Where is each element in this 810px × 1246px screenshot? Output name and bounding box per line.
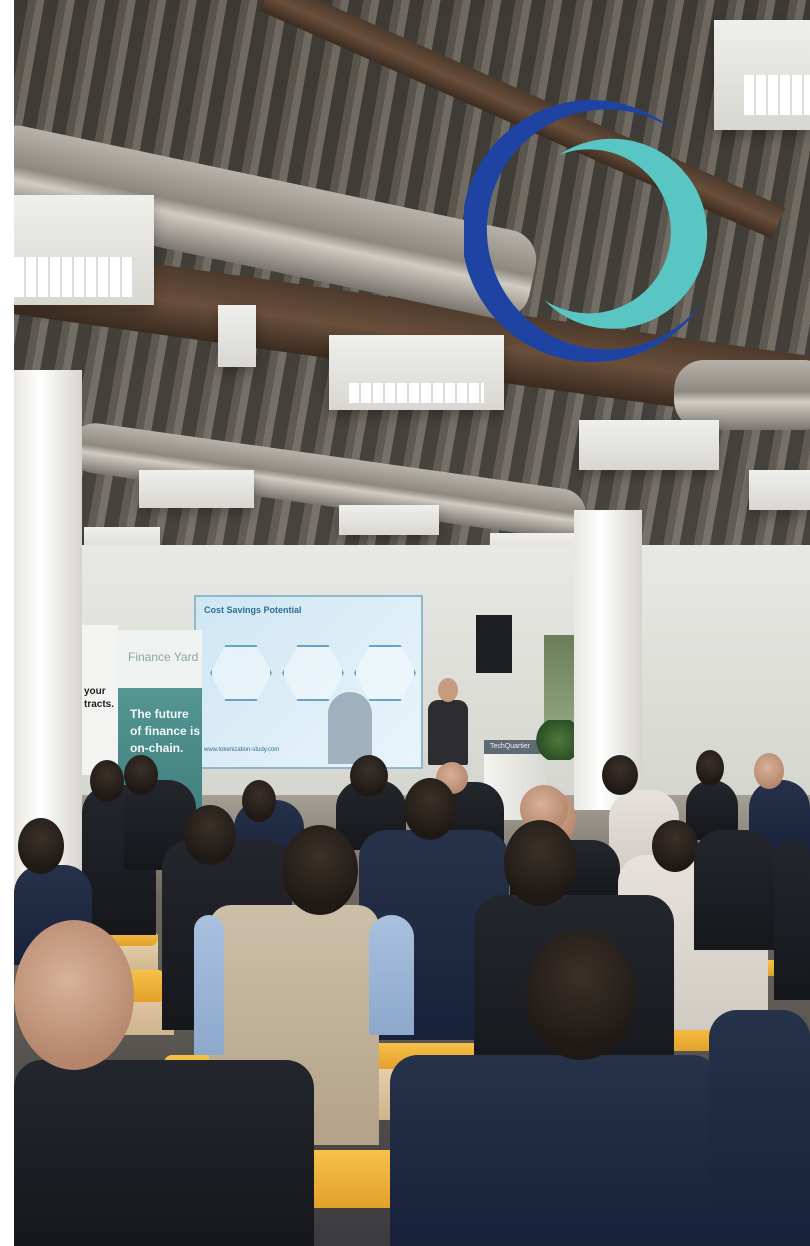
speaker bbox=[428, 700, 468, 765]
slide-hexagon bbox=[210, 645, 272, 701]
ceiling-lamp bbox=[579, 420, 719, 470]
audience-head bbox=[124, 755, 158, 795]
audience-head bbox=[602, 755, 638, 795]
speaker-monitor bbox=[476, 615, 512, 673]
audience-head bbox=[18, 818, 64, 874]
audience-head bbox=[504, 820, 576, 906]
ceiling-lamp bbox=[749, 470, 810, 510]
audience-head bbox=[696, 750, 724, 786]
ceiling-lamp bbox=[714, 20, 810, 130]
audience-member bbox=[694, 830, 774, 950]
banner-brand: Finance Yard bbox=[128, 650, 199, 664]
audience-member bbox=[774, 840, 810, 1000]
audience-head bbox=[526, 930, 636, 1060]
audience-head bbox=[652, 820, 698, 872]
photo-frame: Cost Savings Potential www.tokenization-… bbox=[14, 0, 810, 1246]
audience-member bbox=[14, 1060, 314, 1246]
audience-member-sleeve bbox=[194, 915, 224, 1055]
audience-head bbox=[282, 825, 358, 915]
projection-screen: Cost Savings Potential www.tokenization-… bbox=[194, 595, 423, 769]
audience-head bbox=[90, 760, 124, 802]
ceiling-lamp bbox=[14, 195, 154, 305]
slide-title: Cost Savings Potential bbox=[204, 605, 302, 615]
audience-head bbox=[754, 753, 784, 789]
audience-head bbox=[404, 778, 456, 840]
banner-tagline: The future of finance is on-chain. bbox=[130, 707, 201, 755]
audience-head bbox=[14, 920, 134, 1070]
ceiling-lamp bbox=[139, 470, 254, 508]
banner-left-text: your tracts. bbox=[84, 686, 115, 710]
ceiling-lamp bbox=[218, 305, 256, 367]
podium-label: TechQuartier bbox=[490, 743, 531, 750]
speaker-shadow bbox=[328, 692, 372, 764]
audience-head bbox=[242, 780, 276, 822]
crescent-ring-logo-icon bbox=[464, 100, 708, 362]
banner-left: your tracts. bbox=[78, 625, 118, 775]
audience-head bbox=[184, 805, 236, 865]
pillar bbox=[14, 370, 82, 890]
slide-footer: www.tokenization-study.com bbox=[204, 747, 280, 753]
ceiling-lamp bbox=[339, 505, 439, 535]
audience-member bbox=[709, 1010, 810, 1246]
slide-hexagon bbox=[354, 645, 416, 701]
slide-hexagon bbox=[282, 645, 344, 701]
audience-member bbox=[390, 1055, 720, 1246]
speaker-head bbox=[438, 678, 458, 702]
audience-head bbox=[350, 755, 388, 797]
audience-member-sleeve bbox=[369, 915, 414, 1035]
